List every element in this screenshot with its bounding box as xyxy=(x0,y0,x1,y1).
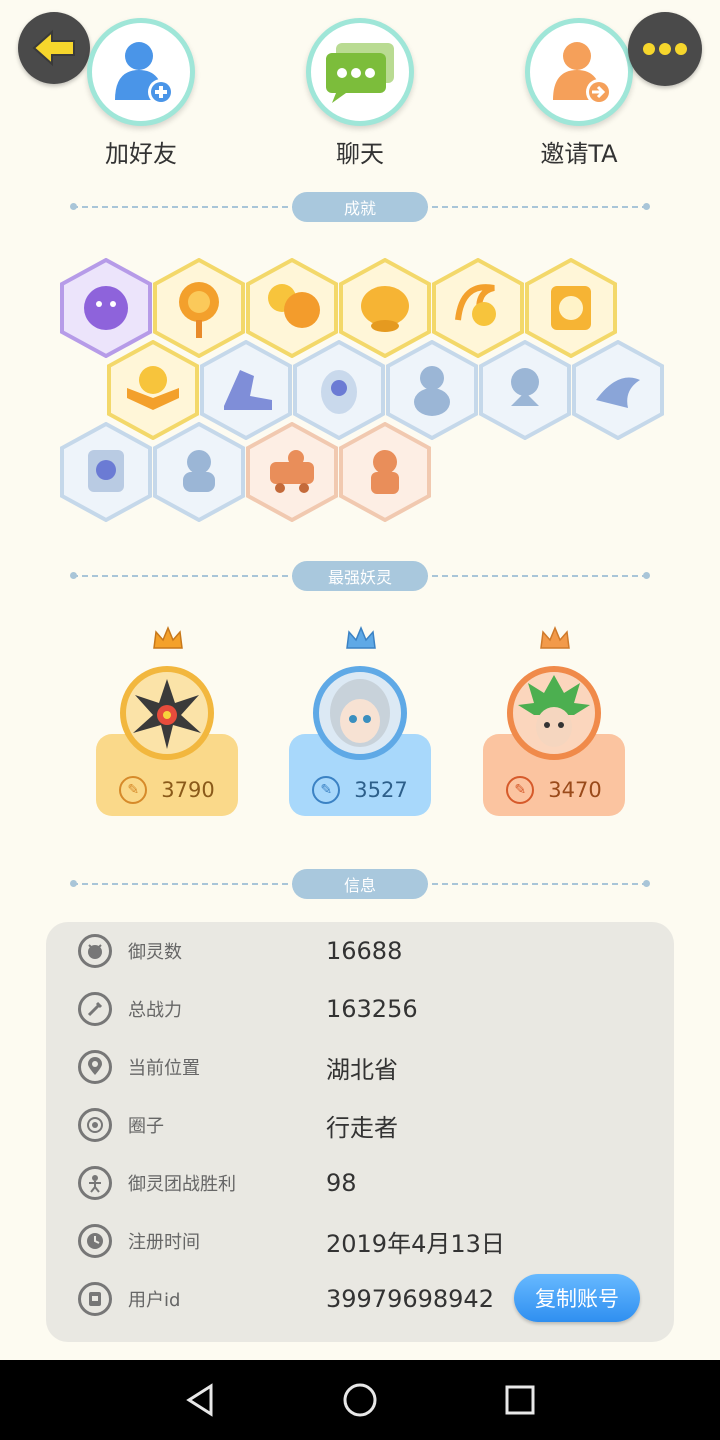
add-friend-icon xyxy=(87,18,195,126)
info-divider: 信息 xyxy=(70,869,650,899)
achievement-badge[interactable] xyxy=(479,340,571,440)
spirit-avatar xyxy=(507,666,601,760)
achievement-badge[interactable] xyxy=(339,422,431,522)
arrow-left-icon xyxy=(32,29,75,67)
achievements-divider: 成就 xyxy=(70,192,650,222)
info-row: 注册时间 2019年4月13日 xyxy=(46,1212,674,1270)
info-value: 16688 xyxy=(326,937,403,965)
spirit-avatar xyxy=(120,666,214,760)
info-key: 注册时间 xyxy=(128,1232,200,1253)
achievement-badge[interactable] xyxy=(153,422,245,522)
info-value: 98 xyxy=(326,1169,357,1197)
system-nav-bar xyxy=(0,1360,720,1440)
invite-label: 邀请TA xyxy=(540,140,618,168)
info-row: 御灵团战胜利 98 xyxy=(46,1154,674,1212)
info-value: 行走者 xyxy=(326,1113,398,1142)
strongest-divider: 最强妖灵 xyxy=(70,561,650,591)
info-key: 御灵数 xyxy=(128,942,182,963)
more-dots-icon xyxy=(643,43,687,55)
info-title: 信息 xyxy=(292,869,428,899)
invite-icon xyxy=(525,18,633,126)
info-value: 湖北省 xyxy=(326,1055,398,1084)
achievement-badge[interactable] xyxy=(246,422,338,522)
achievements-title: 成就 xyxy=(292,192,428,222)
more-button[interactable] xyxy=(628,12,702,86)
user-id-icon xyxy=(78,1282,112,1316)
spirit-power: 3527 xyxy=(354,778,408,802)
combat-power-icon xyxy=(78,992,112,1026)
nav-home-button[interactable] xyxy=(338,1378,382,1422)
info-value: 39979698942 xyxy=(326,1285,494,1313)
location-pin-icon xyxy=(78,1050,112,1084)
clock-icon xyxy=(78,1224,112,1258)
spirit-power: 3790 xyxy=(161,778,215,802)
chat-button[interactable]: 聊天 xyxy=(295,18,425,169)
info-key: 总战力 xyxy=(128,1000,182,1021)
info-row: 圈子 行走者 xyxy=(46,1096,674,1154)
team-battle-icon xyxy=(78,1166,112,1200)
strongest-title: 最强妖灵 xyxy=(292,561,428,591)
add-friend-label: 加好友 xyxy=(105,140,177,168)
sword-icon: ✎ xyxy=(312,776,341,804)
chat-label: 聊天 xyxy=(336,140,384,168)
crown-icon xyxy=(346,626,376,649)
info-panel: 御灵数 16688 总战力 163256 当前位置 湖北省 圈子 行走者 御灵团… xyxy=(46,922,674,1342)
circle-home-icon xyxy=(343,1383,377,1417)
sword-icon: ✎ xyxy=(119,776,148,804)
nav-back-button[interactable] xyxy=(178,1378,222,1422)
achievement-badge[interactable] xyxy=(60,422,152,522)
spirit-avatar xyxy=(313,666,407,760)
crown-icon xyxy=(540,626,570,649)
invite-button[interactable]: 邀请TA xyxy=(514,18,644,169)
spirit-power: 3470 xyxy=(548,778,602,802)
info-row: 御灵数 16688 xyxy=(46,922,674,980)
achievement-badge[interactable] xyxy=(572,340,664,440)
nav-recents-button[interactable] xyxy=(498,1378,542,1422)
add-friend-button[interactable]: 加好友 xyxy=(76,18,206,169)
info-value: 2019年4月13日 xyxy=(326,1229,505,1258)
sword-icon: ✎ xyxy=(506,776,535,804)
circle-icon xyxy=(78,1108,112,1142)
triangle-back-icon xyxy=(186,1383,213,1417)
crown-icon xyxy=(153,626,183,649)
spirit-count-icon xyxy=(78,934,112,968)
info-key: 御灵团战胜利 xyxy=(128,1174,236,1195)
info-row: 总战力 163256 xyxy=(46,980,674,1038)
info-value: 163256 xyxy=(326,995,418,1023)
info-row: 当前位置 湖北省 xyxy=(46,1038,674,1096)
info-key: 圈子 xyxy=(128,1116,164,1137)
chat-icon xyxy=(306,18,414,126)
copy-account-button[interactable]: 复制账号 xyxy=(514,1274,640,1322)
square-recents-icon xyxy=(505,1385,535,1415)
info-key: 当前位置 xyxy=(128,1058,200,1079)
info-key: 用户id xyxy=(128,1290,181,1311)
